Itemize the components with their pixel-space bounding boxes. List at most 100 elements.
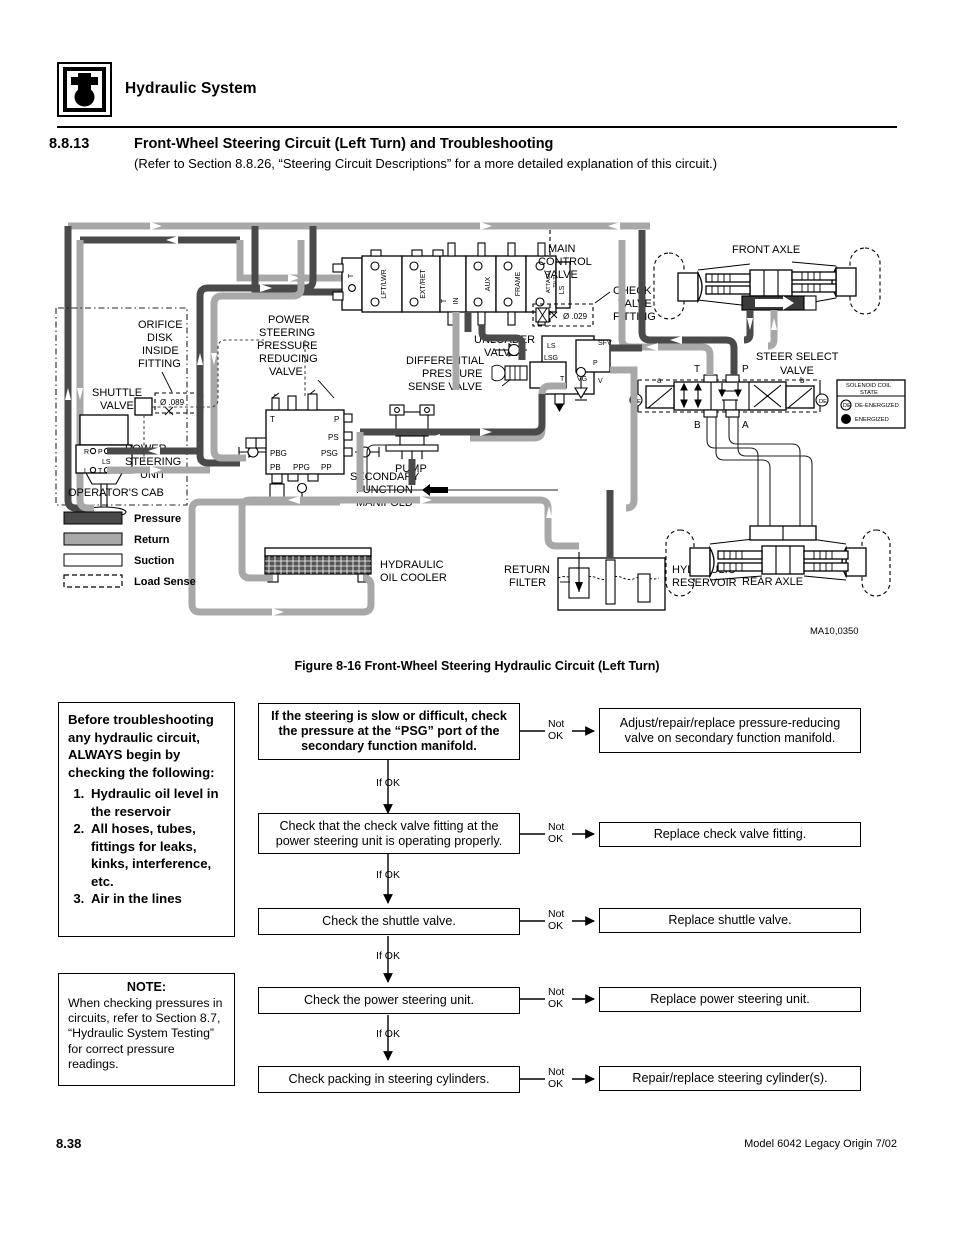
svg-text:Suction: Suction — [134, 555, 175, 567]
svg-text:B: B — [694, 420, 701, 431]
footer-model-info: Model 6042 Legacy Origin 7/02 — [744, 1138, 897, 1150]
svg-text:T: T — [270, 415, 275, 424]
svg-text:T: T — [560, 376, 565, 383]
svg-text:LSG: LSG — [544, 355, 558, 362]
svg-text:PS: PS — [328, 433, 339, 442]
list-item: All hoses, tubes, fittings for leaks, ki… — [88, 820, 225, 890]
svg-text:HYDRAULIC: HYDRAULIC — [380, 559, 444, 571]
page-header: Hydraulic System — [57, 62, 897, 120]
svg-text:P: P — [98, 449, 103, 456]
svg-text:IN: IN — [453, 298, 460, 305]
svg-text:PB: PB — [270, 463, 281, 472]
svg-text:POWER: POWER — [268, 314, 310, 326]
svg-text:FITTING: FITTING — [138, 358, 181, 370]
flow-check-box: If the steering is slow or difficult, ch… — [258, 703, 520, 760]
svg-text:P: P — [593, 360, 598, 367]
hydraulic-fluid-icon — [57, 62, 112, 117]
svg-text:REDUCING: REDUCING — [259, 353, 318, 365]
power-steering-unit-symbol: R P LS L T — [75, 414, 133, 518]
svg-text:SHUTTLE: SHUTTLE — [92, 387, 142, 399]
svg-text:R: R — [84, 449, 89, 456]
svg-text:EXT/RET: EXT/RET — [420, 268, 427, 298]
main-control-valve-symbol: T LFT/LWR EXT/RET T IN AUX FRAME ATTACH … — [332, 242, 571, 326]
not-ok-label: Not OK — [548, 821, 565, 845]
flow-check-box: Check the power steering unit. — [258, 987, 520, 1014]
svg-text:DISK: DISK — [147, 332, 173, 344]
dpsv-label-1: DIFFERENTIAL — [406, 355, 484, 367]
section-subtitle: (Refer to Section 8.8.26, “Steering Circ… — [134, 156, 718, 171]
mcv-label-1: MAIN — [548, 243, 576, 255]
flow-action-box: Replace check valve fitting. — [599, 822, 861, 847]
svg-text:Pressure: Pressure — [134, 513, 181, 525]
svg-text:T: T — [98, 468, 103, 475]
hydraulic-reservoir-symbol — [557, 552, 666, 611]
pre-troubleshooting-intro: Before troubleshooting any hydraulic cir… — [68, 712, 215, 780]
flow-check-box: Check packing in steering cylinders. — [258, 1066, 520, 1093]
header-divider — [57, 126, 897, 128]
dpsv-label-3: SENSE VALVE — [408, 381, 482, 393]
dpsv-label-2: PRESSURE — [422, 368, 483, 380]
diagram-legend: Pressure Return Suction Load Sense — [63, 511, 196, 588]
svg-text:PSG: PSG — [321, 449, 338, 458]
section-number: 8.8.13 — [49, 136, 90, 152]
svg-text:E: E — [844, 417, 848, 423]
svg-text:Return: Return — [134, 534, 170, 546]
svg-text:LS: LS — [102, 459, 111, 466]
svg-text:STATE: STATE — [860, 390, 878, 396]
front-axle-symbol — [653, 247, 881, 320]
svg-text:T: T — [348, 273, 355, 278]
svg-text:LFT/LWR: LFT/LWR — [381, 269, 388, 298]
not-ok-label: Not OK — [548, 1066, 565, 1090]
flow-action-box: Replace power steering unit. — [599, 987, 861, 1012]
note-text: When checking pressures in circuits, ref… — [68, 996, 223, 1071]
svg-text:PP: PP — [321, 463, 332, 472]
hydraulic-oil-cooler-symbol — [264, 547, 372, 583]
ssv-label-2: VALVE — [780, 365, 814, 377]
not-ok-label: Not OK — [548, 908, 565, 932]
svg-text:FRAME: FRAME — [515, 271, 522, 296]
flow-check-box: Check that the check valve fitting at th… — [258, 813, 520, 854]
section-title: Front-Wheel Steering Circuit (Left Turn)… — [134, 136, 554, 152]
svg-text:P: P — [742, 364, 749, 375]
svg-text:A: A — [742, 420, 749, 431]
svg-text:b: b — [800, 376, 805, 385]
svg-text:VALVE: VALVE — [269, 366, 303, 378]
svg-text:P: P — [334, 415, 339, 424]
not-ok-label: Not OK — [548, 986, 565, 1010]
svg-text:OPERATOR'S CAB: OPERATOR'S CAB — [68, 487, 164, 499]
list-item: Air in the lines — [88, 890, 225, 908]
figure-caption: Figure 8-16 Front-Wheel Steering Hydraul… — [294, 659, 660, 673]
note-box: NOTE: When checking pressures in circuit… — [58, 973, 235, 1086]
svg-text:a: a — [657, 376, 662, 385]
svg-text:VG: VG — [577, 376, 587, 383]
if-ok-label: If OK — [376, 777, 400, 789]
if-ok-label: If OK — [376, 869, 400, 881]
page-number: 8.38 — [56, 1136, 82, 1151]
not-ok-label: Not OK — [548, 718, 565, 742]
svg-text:INSIDE: INSIDE — [142, 345, 179, 357]
note-title: NOTE: — [126, 980, 167, 994]
mcv-label-3: VALVE — [544, 269, 578, 281]
svg-text:T: T — [441, 298, 448, 303]
drawing-id: MA10,0350 — [810, 626, 859, 637]
svg-text:LS: LS — [547, 343, 556, 350]
dpsv-symbol — [491, 364, 528, 382]
mcv-label-2: CONTROL — [538, 256, 592, 268]
flow-action-box: Adjust/repair/replace pressure-reducing … — [599, 708, 861, 753]
rear-axle-label: REAR AXLE — [742, 576, 803, 588]
solenoid-coil-state-legend: SOLENOID COIL STATE DE DE-ENERGIZED E EN… — [836, 379, 906, 429]
pre-troubleshooting-list: Hydraulic oil level in the reservoir All… — [68, 785, 225, 908]
ssv-label-1: STEER SELECT — [756, 351, 839, 363]
svg-text:T: T — [694, 364, 700, 375]
if-ok-label: If OK — [376, 1028, 400, 1040]
svg-text:DE-ENERGIZED: DE-ENERGIZED — [855, 403, 899, 409]
flow-check-box: Check the shuttle valve. — [258, 908, 520, 935]
svg-text:PPG: PPG — [293, 463, 310, 472]
orifice-disk-fitting: Ø .089 — [154, 392, 204, 416]
hydraulic-circuit-diagram: .p { fill:none; stroke:#4a4a4a; stroke-w… — [50, 200, 910, 650]
svg-text:PBG: PBG — [270, 449, 287, 458]
svg-text:LS: LS — [559, 285, 566, 294]
front-axle-label: FRONT AXLE — [732, 244, 800, 256]
svg-text:PRESSURE: PRESSURE — [257, 340, 318, 352]
svg-text:OIL COOLER: OIL COOLER — [380, 572, 447, 584]
